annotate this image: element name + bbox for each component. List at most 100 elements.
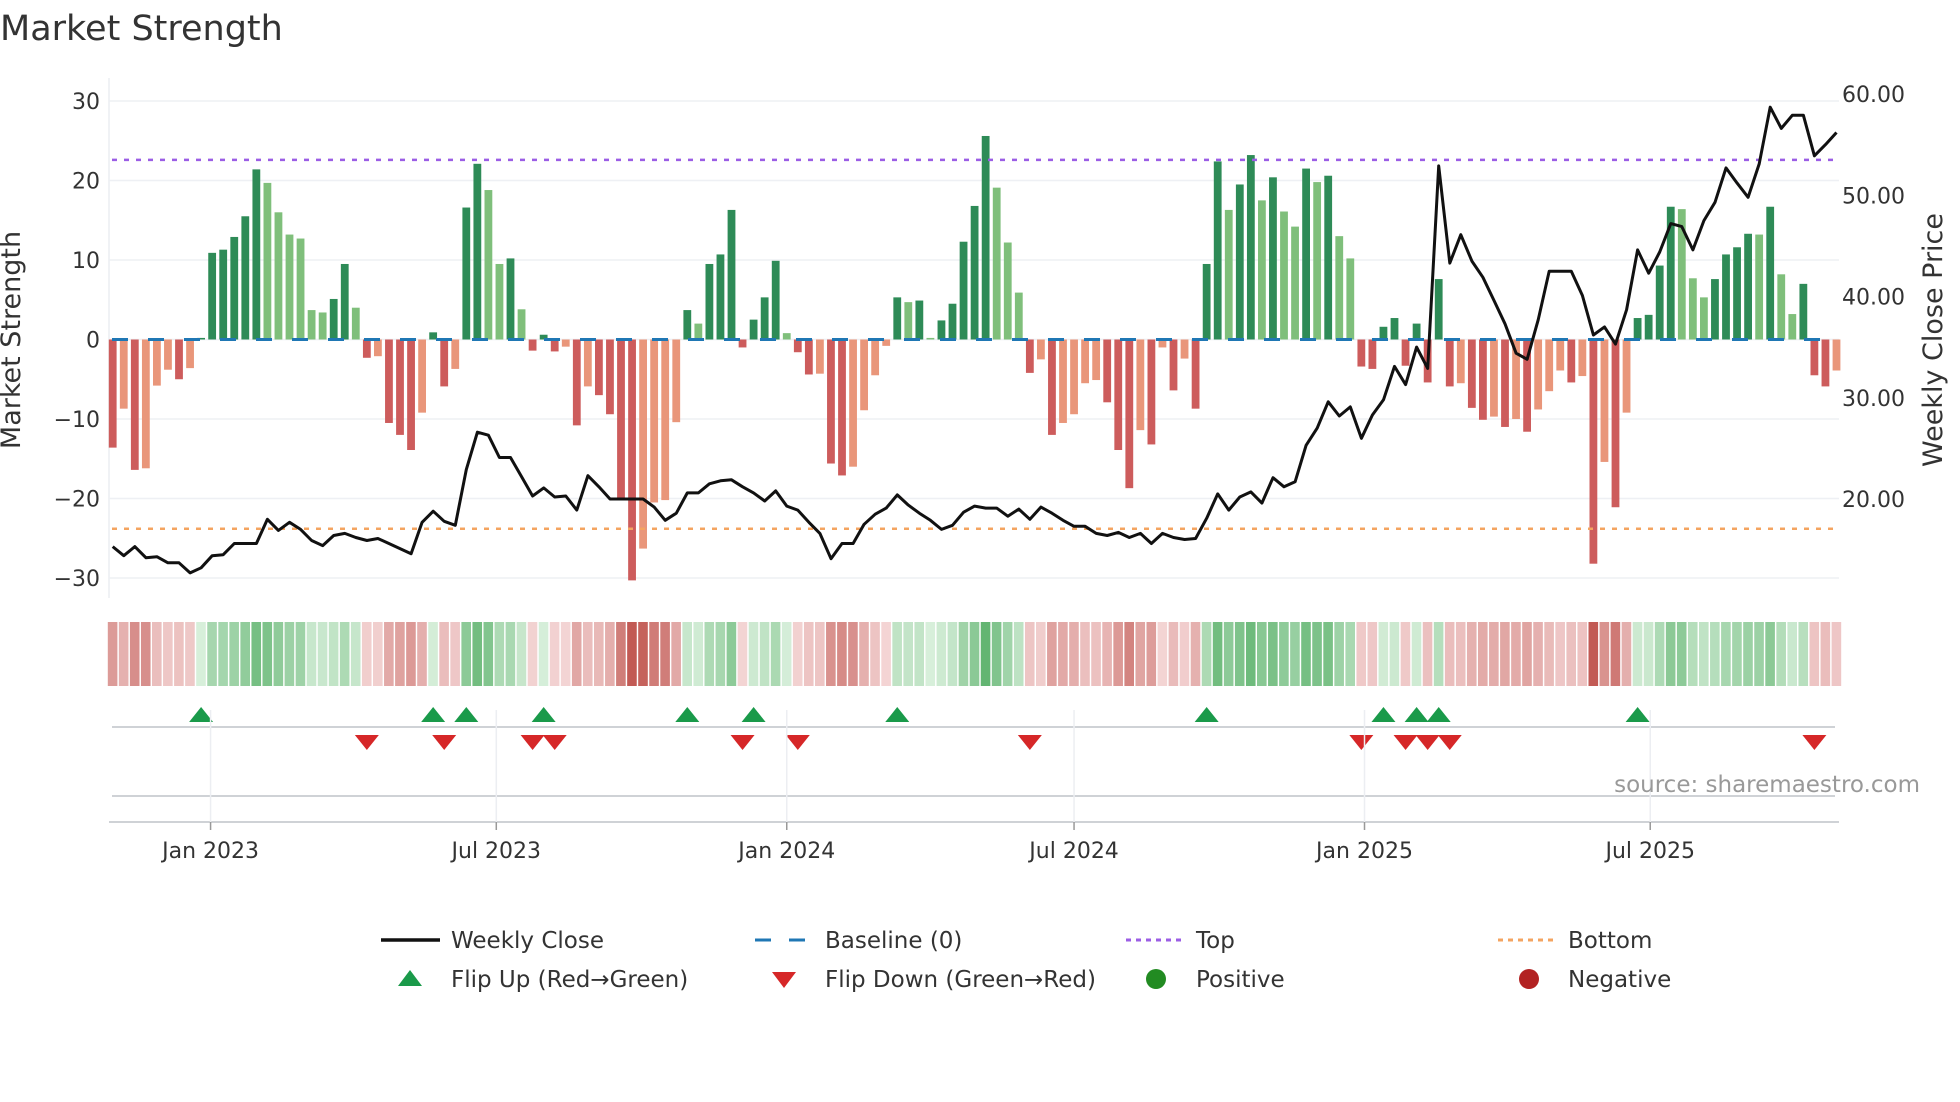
heatmap-cell (1455, 622, 1466, 686)
strength-bar (1799, 283, 1808, 340)
y-tick-label-right: 40.00 (1842, 286, 1905, 311)
strength-bar (1777, 274, 1786, 340)
heatmap-cell (1599, 622, 1610, 686)
heatmap-cell (1002, 622, 1013, 686)
strength-bar (340, 263, 349, 340)
heatmap-cell (980, 622, 991, 686)
strength-bar (871, 339, 880, 376)
heatmap-cell (1787, 622, 1797, 686)
heatmap-cell (1234, 622, 1245, 686)
heatmap-cell (384, 622, 394, 686)
heatmap-cell (527, 622, 538, 686)
heatmap-cell (218, 622, 228, 686)
strength-bar (804, 339, 813, 375)
flip-up-marker (675, 707, 700, 722)
heatmap-cell (1257, 622, 1267, 686)
flip-down-marker (1393, 735, 1418, 750)
heatmap-cell (1566, 622, 1576, 686)
strength-bar (307, 310, 316, 340)
y-tick-label-left: −10 (54, 408, 100, 433)
strength-bar (1567, 339, 1576, 383)
flip-up-marker (531, 707, 556, 722)
heatmap-cell (1411, 622, 1422, 686)
x-tick-label: Jan 2023 (160, 839, 259, 864)
heatmap-cell (1798, 622, 1809, 686)
strength-bar (1202, 263, 1211, 340)
y-tick-label-left: −30 (54, 567, 100, 592)
flip-down-marker (730, 735, 755, 750)
heatmap-cell (903, 622, 913, 686)
heatmap-cell (1367, 622, 1378, 686)
strength-bar (915, 300, 924, 340)
heatmap-cell (1212, 622, 1223, 686)
heatmap-cell (229, 622, 239, 686)
strength-bar (296, 238, 305, 340)
strength-bar (1258, 200, 1266, 340)
strength-bar (628, 339, 636, 581)
strength-bar (606, 339, 614, 415)
strength-bar (1302, 168, 1310, 340)
heatmap-cell (196, 622, 206, 686)
heatmap-cell (174, 622, 184, 686)
strength-bar (219, 249, 228, 340)
strength-bar (661, 339, 670, 501)
heatmap-cell (273, 622, 284, 686)
heatmap-cell (328, 622, 339, 686)
strength-bar (1501, 339, 1509, 427)
y-axis-title-right: Weekly Close Price (1918, 213, 1949, 467)
heatmap-cell (560, 622, 571, 686)
strength-bar (1766, 206, 1775, 340)
strength-bar (429, 332, 438, 340)
heatmap-cell (991, 622, 1002, 686)
strength-bar (1456, 339, 1465, 384)
strength-bar (1014, 292, 1023, 340)
strength-bar (1291, 226, 1299, 340)
y-tick-label-right: 50.00 (1842, 184, 1905, 209)
heatmap-cell (693, 622, 704, 686)
heatmap-cell (1013, 622, 1024, 686)
legend-item: Baseline (0) (755, 928, 962, 954)
strength-bar (1224, 209, 1233, 340)
strength-bar (1368, 339, 1377, 369)
heatmap-cell (726, 622, 737, 686)
strength-bar (849, 339, 857, 467)
legend-label: Baseline (0) (825, 928, 962, 954)
heatmap-cell (1047, 622, 1057, 686)
strength-bar (175, 339, 183, 380)
heatmap-cell (1091, 622, 1101, 686)
x-tick-label: Jan 2025 (1314, 839, 1413, 864)
heatmap-cell (1124, 622, 1134, 686)
heatmap-cell (781, 622, 792, 686)
strength-bar (141, 339, 150, 469)
heatmap-cell (1378, 622, 1389, 686)
heatmap-cell (373, 622, 383, 686)
heatmap-cell (914, 622, 925, 686)
strength-bar (186, 339, 194, 369)
heatmap-cell (1743, 622, 1753, 686)
heatmap-cell (1809, 622, 1820, 686)
strength-bar (208, 252, 217, 340)
strength-bar (1059, 339, 1067, 423)
heatmap-cell (439, 622, 449, 686)
strength-bar (1644, 314, 1653, 340)
heatmap-cell (1555, 622, 1565, 686)
heatmap-cell (1610, 622, 1621, 686)
flip-up-marker (1625, 707, 1650, 722)
heatmap-cell (1588, 622, 1599, 686)
strength-bar (550, 339, 559, 352)
strength-bar (473, 163, 482, 340)
heatmap-cell (1323, 622, 1333, 686)
strength-bar (970, 205, 979, 340)
heatmap-cell (571, 622, 582, 686)
heatmap-cell (1754, 622, 1764, 686)
heatmap-cell (549, 622, 560, 686)
heatmap-cell (1389, 622, 1400, 686)
heatmap-cell (1820, 622, 1831, 686)
heatmap-cell (638, 622, 648, 686)
strength-bar (617, 339, 625, 500)
heatmap-cell (848, 622, 858, 686)
x-tick-label: Jul 2023 (450, 839, 542, 864)
legend-item: Flip Up (Red→Green) (398, 967, 688, 993)
heatmap-cell (803, 622, 814, 686)
strength-bar (937, 320, 946, 340)
